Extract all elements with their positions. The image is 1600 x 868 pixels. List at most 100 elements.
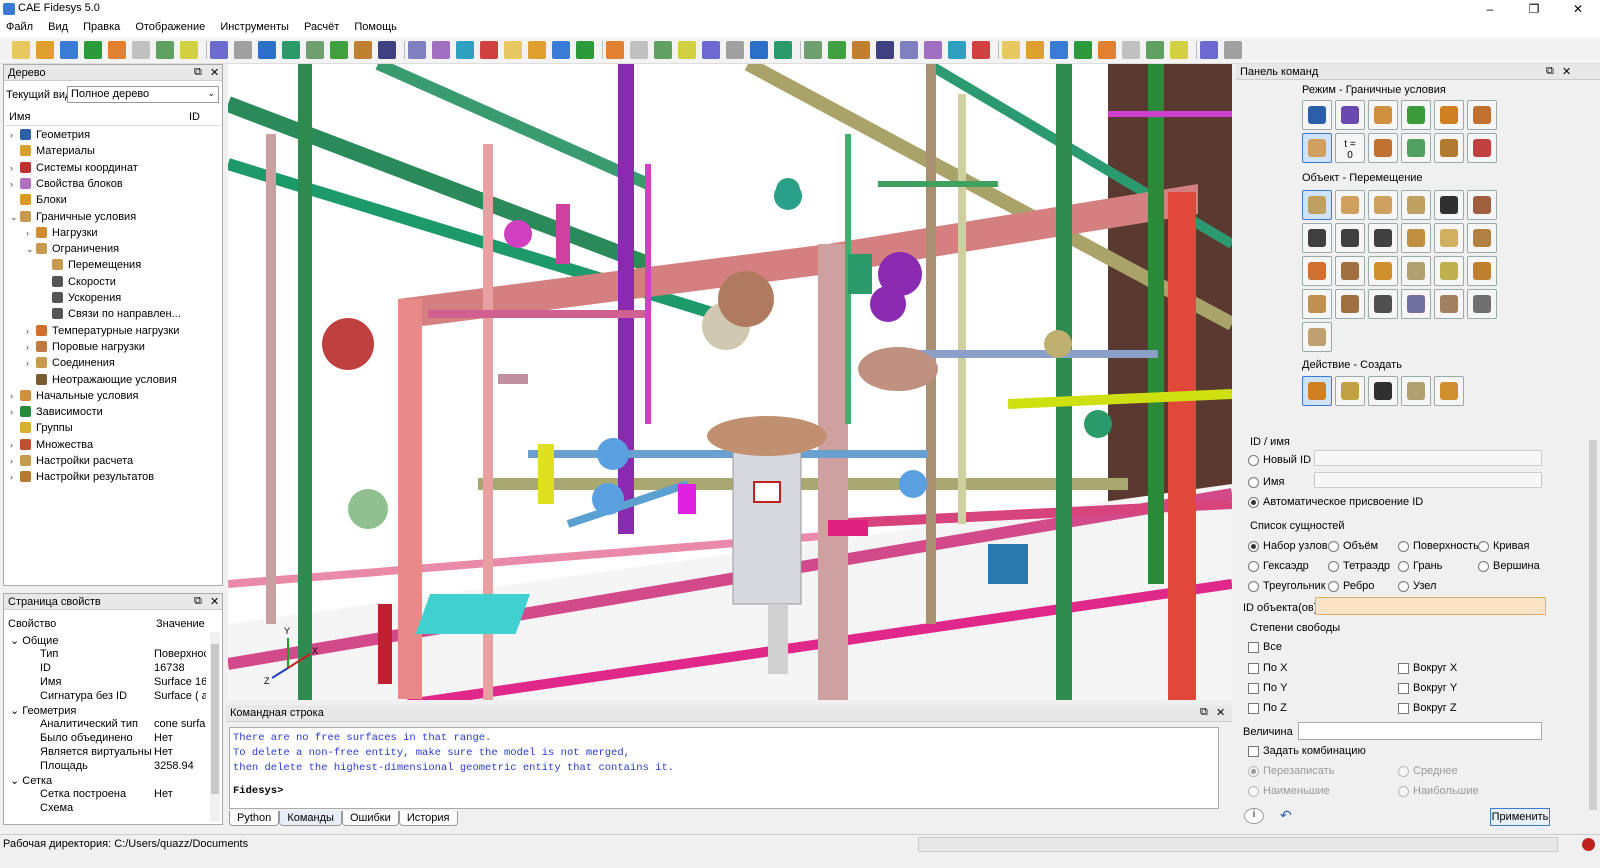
combo-max-radio[interactable] (1398, 786, 1409, 797)
entity-radio[interactable] (1248, 541, 1259, 552)
tree-item[interactable]: Перемещения (42, 259, 141, 275)
cohesive-button[interactable] (1467, 289, 1497, 319)
menu-calc[interactable]: Расчёт (298, 18, 345, 36)
object-ids-input[interactable] (1315, 597, 1546, 615)
pressure-button[interactable] (1368, 190, 1398, 220)
close-panel-icon[interactable]: ✕ (1562, 65, 1571, 78)
property-group[interactable]: ⌄ Сетка (10, 774, 150, 788)
view-bottom-icon[interactable] (432, 41, 450, 59)
convection-button[interactable] (1368, 256, 1398, 286)
combo-overwrite-radio[interactable] (1248, 766, 1259, 777)
export-icon[interactable] (108, 41, 126, 59)
close-button[interactable]: ✕ (1556, 0, 1600, 18)
view-select[interactable]: Полное дерево ⌄ (67, 86, 219, 103)
material-mode-button[interactable] (1368, 100, 1398, 130)
calc-icon[interactable] (1170, 41, 1188, 59)
error-indicator-icon[interactable] (1582, 838, 1595, 851)
box-icon[interactable] (852, 41, 870, 59)
info-icon[interactable]: i (1244, 808, 1264, 824)
distributed-button[interactable] (1401, 190, 1431, 220)
console-prompt[interactable]: Fidesys> (233, 784, 1215, 799)
shell-icon[interactable] (234, 41, 252, 59)
play-icon[interactable] (180, 41, 198, 59)
expand-arrow-icon[interactable]: › (26, 228, 36, 238)
tab-errors[interactable]: Ошибки (341, 811, 399, 826)
tree-item[interactable]: › Свойства блоков (10, 177, 123, 194)
velocity-button[interactable] (1302, 223, 1332, 253)
expand-arrow-icon[interactable]: › (10, 407, 20, 417)
mesh-icon[interactable] (576, 41, 594, 59)
console-output[interactable]: There are no free surfaces in that range… (229, 727, 1219, 809)
create-action-button[interactable] (1302, 376, 1332, 406)
rotate-icon[interactable] (678, 41, 696, 59)
props-col-property[interactable]: Свойство (8, 618, 56, 630)
zoom-out-icon[interactable] (654, 41, 672, 59)
tree-item[interactable]: Скорости (42, 275, 116, 292)
tree-col-id[interactable]: ID (189, 111, 200, 123)
float-icon[interactable]: ⧉ (194, 595, 202, 608)
tree-item[interactable]: › Системы координат (10, 161, 138, 178)
dof-checkbox[interactable] (1248, 663, 1259, 674)
tree-item[interactable]: Группы (10, 422, 73, 438)
remote-point-button[interactable] (1302, 322, 1332, 352)
expand-arrow-icon[interactable]: ⌄ (10, 212, 20, 223)
view-top-icon[interactable] (354, 41, 372, 59)
reset-icon[interactable]: ↶ (1280, 807, 1292, 824)
expand-arrow-icon[interactable]: › (10, 179, 20, 189)
maximize-button[interactable]: ❐ (1512, 0, 1556, 18)
close-panel-icon[interactable]: ✕ (210, 66, 219, 79)
entity-radio[interactable] (1248, 561, 1259, 572)
tree-item[interactable]: › Температурные нагрузки (26, 324, 179, 341)
constraint-icon[interactable] (1122, 41, 1140, 59)
3d-viewport[interactable]: Y X Z (228, 64, 1232, 700)
expand-arrow-icon[interactable]: › (10, 130, 20, 140)
expand-arrow-icon[interactable]: ⌄ (26, 244, 36, 255)
expand-arrow-icon[interactable]: › (10, 472, 20, 482)
cube-icon[interactable] (828, 41, 846, 59)
expand-arrow-icon[interactable]: › (10, 391, 20, 401)
float-icon[interactable]: ⧉ (194, 66, 202, 79)
bc-icon[interactable] (1074, 41, 1092, 59)
apply-button[interactable]: Применить (1490, 808, 1550, 826)
tree-item[interactable]: › Начальные условия (10, 389, 138, 406)
properties-scrollbar[interactable] (210, 632, 220, 822)
run-icon[interactable] (1224, 41, 1242, 59)
script-icon[interactable] (132, 41, 150, 59)
menu-file[interactable]: Файл (0, 18, 39, 36)
combo-min-radio[interactable] (1248, 786, 1259, 797)
geometry-mode-button[interactable] (1302, 100, 1332, 130)
torque-button[interactable] (1467, 223, 1497, 253)
close-panel-icon[interactable]: ✕ (210, 595, 219, 608)
calc-mode-button[interactable] (1401, 133, 1431, 163)
bc-mode-button[interactable] (1302, 133, 1332, 163)
props-col-value[interactable]: Значение (156, 618, 205, 630)
view-left-icon[interactable] (408, 41, 426, 59)
probe-icon[interactable] (804, 41, 822, 59)
new-id-field[interactable] (1314, 450, 1542, 466)
postproc-mode-button[interactable] (1467, 133, 1497, 163)
coord-mode-button[interactable] (1401, 100, 1431, 130)
damper-button[interactable] (1335, 289, 1365, 319)
clip-icon[interactable] (750, 41, 768, 59)
block-mode-button[interactable] (1434, 100, 1464, 130)
node-link-button[interactable] (1368, 289, 1398, 319)
sphere-icon[interactable] (876, 41, 894, 59)
entity-radio[interactable] (1478, 561, 1489, 572)
tree-item[interactable]: › Настройки расчета (10, 455, 133, 471)
results-icon[interactable] (1200, 41, 1218, 59)
stop-icon[interactable] (210, 41, 228, 59)
section-icon[interactable] (726, 41, 744, 59)
record-icon[interactable] (156, 41, 174, 59)
menu-edit[interactable]: Правка (77, 18, 126, 36)
tree-item[interactable]: Неотражающие условия (26, 373, 177, 390)
view-front-icon[interactable] (330, 41, 348, 59)
material-icon[interactable] (1146, 41, 1164, 59)
centrifugal-button[interactable] (1467, 190, 1497, 220)
rotation-button[interactable] (1335, 223, 1365, 253)
name-radio[interactable] (1248, 477, 1259, 488)
tree-item[interactable]: ⌄ Ограничения (26, 243, 119, 259)
entity-radio[interactable] (1328, 581, 1339, 592)
menu-view[interactable]: Вид (42, 18, 74, 36)
results-mode-button[interactable] (1434, 133, 1464, 163)
menu-tools[interactable]: Инструменты (214, 18, 295, 36)
